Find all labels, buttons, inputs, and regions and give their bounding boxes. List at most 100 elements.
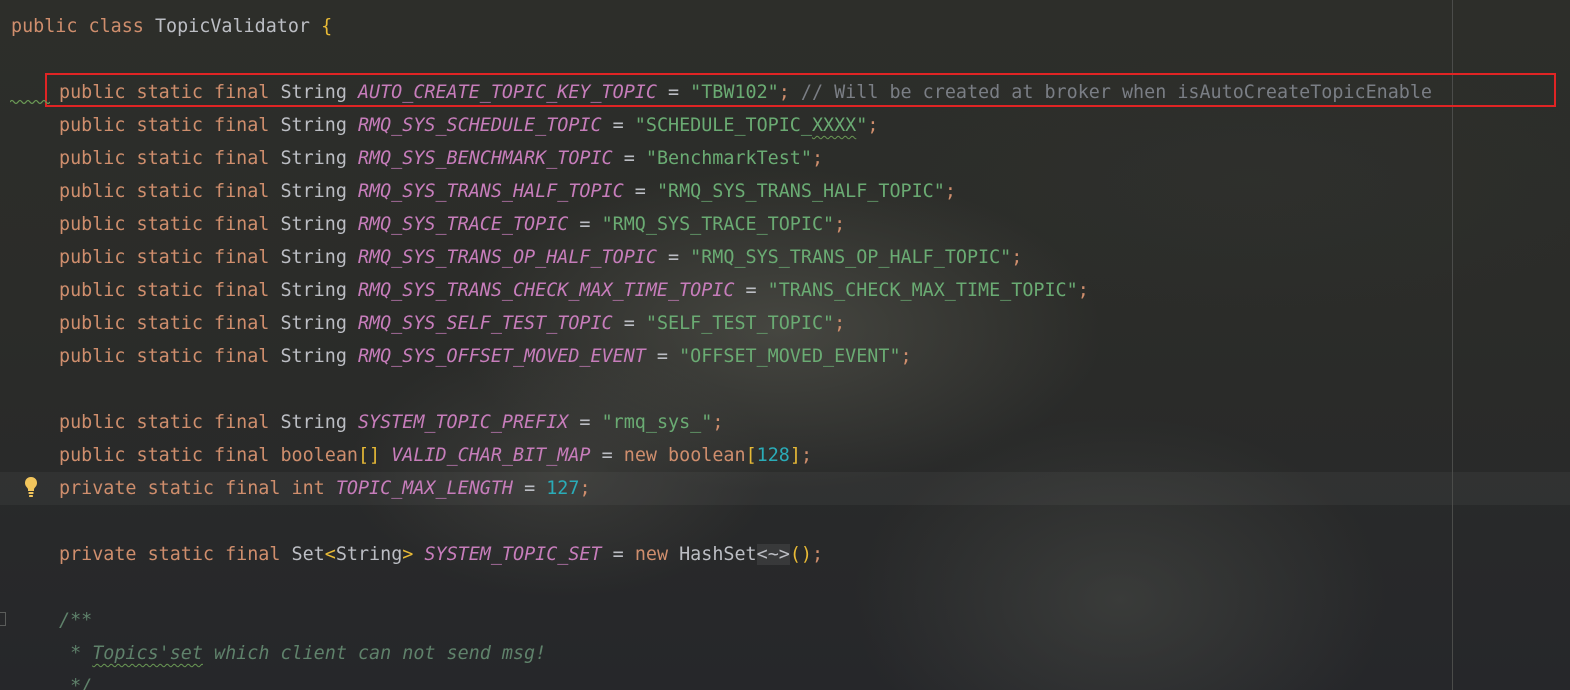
modifiers: public static final <box>59 115 270 136</box>
keyword-new: new <box>623 445 657 466</box>
type-name: HashSet <box>679 544 757 565</box>
operator: = <box>612 115 624 136</box>
code-line-trace-topic[interactable]: public static final String RMQ_SYS_TRACE… <box>0 208 1570 241</box>
semicolon: ; <box>712 412 724 433</box>
modifiers: private static final <box>59 478 281 499</box>
type-name: String <box>280 346 347 367</box>
string-literal: "RMQ_SYS_TRACE_TOPIC" <box>601 214 835 235</box>
fold-marker[interactable] <box>0 612 6 626</box>
code-line-system-topic-prefix[interactable]: public static final String SYSTEM_TOPIC_… <box>0 406 1570 439</box>
code-line-system-topic-set[interactable]: private static final Set<String> SYSTEM_… <box>0 538 1570 571</box>
operator: = <box>524 478 536 499</box>
string-literal: "rmq_sys_" <box>601 412 713 433</box>
keyword: public <box>11 16 78 37</box>
operator: = <box>579 412 591 433</box>
diamond-operator-fold[interactable]: <~> <box>756 544 790 565</box>
javadoc-text: which client can not send msg! <box>202 643 547 664</box>
modifiers: public static final <box>59 214 270 235</box>
type-name: String <box>280 313 347 334</box>
code-line-benchmark-topic[interactable]: public static final String RMQ_SYS_BENCH… <box>0 142 1570 175</box>
code-line-javadoc-body[interactable]: * Topics'set which client can not send m… <box>0 637 1570 670</box>
code-line-trans-half-topic[interactable]: public static final String RMQ_SYS_TRANS… <box>0 175 1570 208</box>
operator: = <box>601 445 613 466</box>
generic-open: < <box>324 544 336 565</box>
typo-squiggle: XXXX <box>811 115 857 136</box>
type-name: String <box>280 247 347 268</box>
string-literal: "RMQ_SYS_TRANS_HALF_TOPIC" <box>656 181 945 202</box>
modifiers: public static final <box>59 181 270 202</box>
type-name: String <box>280 280 347 301</box>
parens: () <box>789 544 812 565</box>
code-line-trans-check-max-time-topic[interactable]: public static final String RMQ_SYS_TRANS… <box>0 274 1570 307</box>
operator: = <box>634 181 646 202</box>
operator: = <box>623 313 635 334</box>
modifiers: private static final <box>59 544 281 565</box>
operator: = <box>612 544 624 565</box>
semicolon: ; <box>812 544 824 565</box>
field-name: RMQ_SYS_SCHEDULE_TOPIC <box>357 115 602 136</box>
code-line-schedule-topic[interactable]: public static final String RMQ_SYS_SCHED… <box>0 109 1570 142</box>
code-line[interactable]: public class TopicValidator { <box>0 10 1570 43</box>
operator: = <box>656 346 668 367</box>
code-line-topic-max-length[interactable]: private static final int TOPIC_MAX_LENGT… <box>0 472 1570 505</box>
semicolon: ; <box>811 148 824 169</box>
string-literal: "OFFSET_MOVED_EVENT" <box>679 346 901 367</box>
code-line-javadoc-close[interactable]: */ <box>0 670 1570 690</box>
generic-close: > <box>402 544 414 565</box>
type-name: String <box>280 181 347 202</box>
code-line-blank[interactable] <box>0 373 1570 406</box>
field-name: RMQ_SYS_TRANS_CHECK_MAX_TIME_TOPIC <box>357 280 735 301</box>
operator: = <box>623 148 635 169</box>
field-name: SYSTEM_TOPIC_SET <box>424 544 602 565</box>
modifiers: public static final <box>59 346 270 367</box>
primitive-type: int <box>291 478 325 499</box>
code-line-blank[interactable] <box>0 43 1570 76</box>
javadoc-close: */ <box>59 676 93 690</box>
semicolon: ; <box>1011 247 1023 268</box>
operator: = <box>668 247 680 268</box>
code-line-valid-char-bit-map[interactable]: public static final boolean[] VALID_CHAR… <box>0 439 1570 472</box>
operator: = <box>745 280 757 301</box>
type-name: String <box>335 544 403 565</box>
type-name: String <box>280 148 347 169</box>
field-name: RMQ_SYS_TRANS_OP_HALF_TOPIC <box>357 247 657 268</box>
semicolon: ; <box>834 313 846 334</box>
type-name: String <box>280 115 347 136</box>
semicolon: ; <box>800 445 813 466</box>
field-name: SYSTEM_TOPIC_PREFIX <box>357 412 569 433</box>
code-line-javadoc-open[interactable]: /** <box>0 604 1570 637</box>
code-line-blank[interactable] <box>0 571 1570 604</box>
string-literal: "TRANS_CHECK_MAX_TIME_TOPIC" <box>767 280 1078 301</box>
code-line-blank[interactable] <box>0 505 1570 538</box>
code-area[interactable]: public class TopicValidator { public sta… <box>0 10 1570 690</box>
semicolon: ; <box>900 346 912 367</box>
semicolon: ; <box>1077 280 1089 301</box>
type-name: String <box>280 412 347 433</box>
bracket-close: ] <box>789 445 801 466</box>
field-name: RMQ_SYS_TRANS_HALF_TOPIC <box>357 181 624 202</box>
modifiers: public static final <box>59 247 270 268</box>
field-name: TOPIC_MAX_LENGTH <box>335 478 513 499</box>
warning-squiggle <box>10 99 50 105</box>
modifiers: public static final <box>59 280 270 301</box>
javadoc-star: * <box>59 643 93 664</box>
field-name: RMQ_SYS_OFFSET_MOVED_EVENT <box>357 346 646 367</box>
bracket-open: [ <box>745 445 757 466</box>
semicolon: ; <box>579 478 591 499</box>
array-brackets: [] <box>357 445 381 466</box>
type-name: String <box>280 214 347 235</box>
number-literal: 127 <box>546 478 580 499</box>
code-line-offset-moved-event[interactable]: public static final String RMQ_SYS_OFFSE… <box>0 340 1570 373</box>
red-highlight-box <box>45 73 1556 107</box>
code-line-trans-op-half-topic[interactable]: public static final String RMQ_SYS_TRANS… <box>0 241 1570 274</box>
lightbulb-icon[interactable] <box>24 476 38 498</box>
operator: = <box>579 214 591 235</box>
code-editor[interactable]: public class TopicValidator { public sta… <box>0 0 1570 690</box>
semicolon: ; <box>944 181 956 202</box>
modifiers: public static final <box>59 148 270 169</box>
primitive-type: boolean <box>668 445 746 466</box>
modifiers: public static final <box>59 412 270 433</box>
modifiers: public static final <box>59 313 270 334</box>
javadoc-open: /** <box>59 610 93 631</box>
code-line-self-test-topic[interactable]: public static final String RMQ_SYS_SELF_… <box>0 307 1570 340</box>
